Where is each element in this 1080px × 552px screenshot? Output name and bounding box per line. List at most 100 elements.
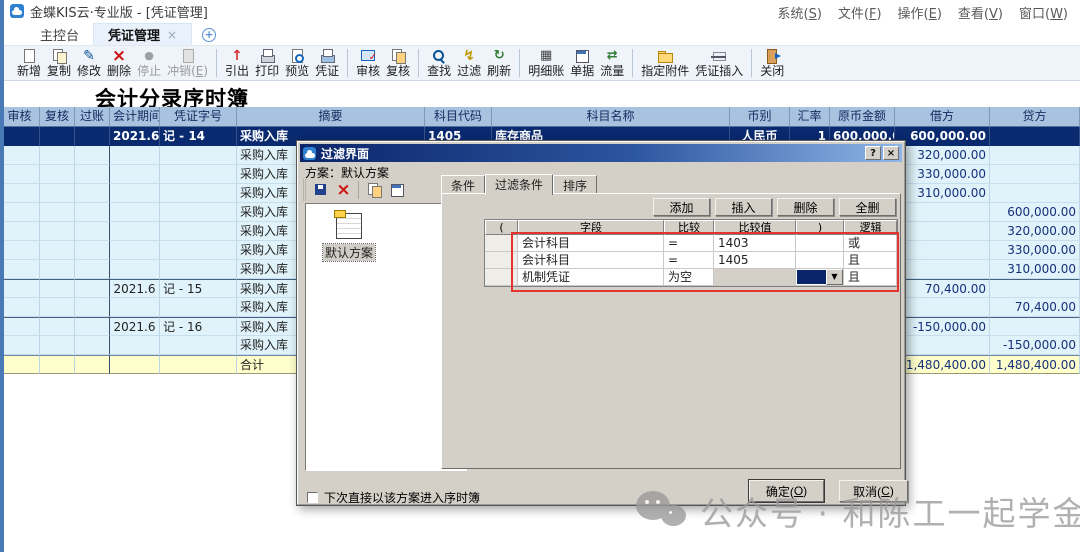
cell-period[interactable] [110, 146, 160, 165]
toolbar-button-凭证插入[interactable]: 凭证插入 [692, 46, 746, 80]
toolbar-button-明细账[interactable]: ▦明细账 [525, 46, 567, 80]
toolbar-button-指定附件[interactable]: 指定附件 [638, 46, 692, 80]
menu-item[interactable]: 系统(S) [777, 3, 821, 22]
cell-review[interactable] [40, 203, 75, 222]
cell-debit[interactable]: 600,000.00 [895, 127, 990, 146]
cell-audit[interactable] [0, 317, 40, 336]
cell-post[interactable] [75, 165, 110, 184]
cell-audit[interactable] [0, 222, 40, 241]
cell-field[interactable]: 会计科目 [518, 235, 664, 252]
scheme-item[interactable]: 默认方案 [314, 210, 384, 261]
cell-audit[interactable] [0, 298, 40, 317]
cell-post[interactable] [75, 298, 110, 317]
cell-post[interactable] [75, 127, 110, 146]
tab-close-icon[interactable]: × [167, 28, 177, 42]
cell-audit[interactable] [0, 241, 40, 260]
cell-voucher_no[interactable] [160, 165, 237, 184]
cell-compare-value[interactable]: 1405 [714, 252, 796, 269]
cell-review[interactable] [40, 165, 75, 184]
cell-review[interactable] [40, 298, 75, 317]
action-button-删除[interactable]: 删除 [777, 198, 834, 216]
cell-compare[interactable]: = [664, 252, 714, 269]
column-header[interactable]: 凭证字号 [160, 107, 237, 127]
dialog-toolbar-grid-view-icon[interactable] [386, 180, 407, 200]
toolbar-button-刷新[interactable]: ↻刷新 [484, 46, 514, 80]
dialog-tab-条件[interactable]: 条件 [441, 175, 485, 194]
cell-period[interactable]: 2021.6 [110, 127, 160, 146]
cell-voucher_no[interactable] [160, 355, 237, 374]
column-header[interactable]: 审核 [0, 107, 40, 127]
cell-post[interactable] [75, 260, 110, 279]
column-header[interactable]: 摘要 [237, 107, 425, 127]
cell-post[interactable] [75, 355, 110, 374]
cell-logic[interactable]: 且 [844, 269, 897, 286]
dialog-toolbar-copy-scheme-icon[interactable] [363, 180, 384, 200]
cell-voucher_no[interactable] [160, 203, 237, 222]
cell-field[interactable]: 机制凭证 [518, 269, 664, 286]
column-header[interactable]: 贷方 [990, 107, 1080, 127]
toolbar-button-凭证[interactable]: 凭证 [312, 46, 342, 80]
cell-audit[interactable] [0, 127, 40, 146]
column-header[interactable]: 原币金额 [830, 107, 895, 127]
cell-debit[interactable]: 310,000.00 [895, 184, 990, 203]
cell-voucher_no[interactable] [160, 184, 237, 203]
menu-item[interactable]: 窗口(W) [1019, 3, 1068, 22]
cell-voucher_no[interactable] [160, 146, 237, 165]
dialog-tab-排序[interactable]: 排序 [553, 175, 597, 194]
cell-period[interactable] [110, 298, 160, 317]
tab-凭证管理[interactable]: 凭证管理× [93, 23, 192, 45]
toolbar-button-审核[interactable]: 审核 [353, 46, 383, 80]
toolbar-button-复核[interactable]: 复核 [383, 46, 413, 80]
cell-field[interactable]: 会计科目 [518, 252, 664, 269]
cell-debit[interactable] [895, 203, 990, 222]
cell-debit[interactable] [895, 260, 990, 279]
cell-open-paren[interactable] [485, 252, 518, 269]
column-header[interactable]: 科目代码 [425, 107, 492, 127]
cell-voucher_no[interactable] [160, 222, 237, 241]
toolbar-button-过滤[interactable]: ↯过滤 [454, 46, 484, 80]
cell-audit[interactable] [0, 355, 40, 374]
cell-voucher_no[interactable] [160, 298, 237, 317]
cell-post[interactable] [75, 241, 110, 260]
cell-credit[interactable] [990, 165, 1080, 184]
toolbar-button-单据[interactable]: 单据 [567, 46, 597, 80]
toolbar-button-新增[interactable]: 新增 [14, 46, 44, 80]
scheme-default-checkbox[interactable] [307, 492, 318, 503]
cell-review[interactable] [40, 222, 75, 241]
toolbar-button-引出[interactable]: ↑引出 [222, 46, 252, 80]
toolbar-button-查找[interactable]: 查找 [424, 46, 454, 80]
column-header[interactable]: 复核 [40, 107, 75, 127]
cell-open-paren[interactable] [485, 269, 518, 286]
cell-close-paren[interactable] [796, 252, 844, 269]
menu-item[interactable]: 文件(F) [838, 3, 882, 22]
cell-voucher_no[interactable] [160, 241, 237, 260]
toolbar-button-复制[interactable]: 复制 [44, 46, 74, 80]
column-header[interactable]: 过账 [75, 107, 110, 127]
scheme-name[interactable]: 默认方案 [323, 244, 375, 261]
tab-主控台[interactable]: 主控台 [26, 23, 93, 45]
cell-audit[interactable] [0, 203, 40, 222]
toolbar-button-打印[interactable]: 打印 [252, 46, 282, 80]
dialog-toolbar-delete-x-icon[interactable]: × [333, 180, 354, 200]
cell-post[interactable] [75, 279, 110, 298]
cell-logic[interactable]: 或 [844, 235, 897, 252]
cell-post[interactable] [75, 222, 110, 241]
cell-review[interactable] [40, 127, 75, 146]
cell-period[interactable] [110, 241, 160, 260]
cell-voucher_no[interactable]: 记 - 14 [160, 127, 237, 146]
dropdown-button[interactable]: ▼ [826, 269, 843, 285]
cell-voucher_no[interactable] [160, 336, 237, 355]
cell-period[interactable] [110, 203, 160, 222]
menu-item[interactable]: 操作(E) [898, 3, 942, 22]
cell-debit[interactable] [895, 222, 990, 241]
dialog-tab-过滤条件[interactable]: 过滤条件 [485, 174, 553, 195]
menu-item[interactable]: 查看(V) [958, 3, 1003, 22]
action-button-添加[interactable]: 添加 [653, 198, 710, 216]
cell-credit[interactable]: 1,480,400.00 [990, 355, 1080, 374]
dialog-help-button[interactable]: ? [865, 146, 881, 160]
cell-review[interactable] [40, 241, 75, 260]
cell-credit[interactable]: 330,000.00 [990, 241, 1080, 260]
cell-credit[interactable]: 320,000.00 [990, 222, 1080, 241]
cell-credit[interactable] [990, 146, 1080, 165]
action-button-插入[interactable]: 插入 [715, 198, 772, 216]
